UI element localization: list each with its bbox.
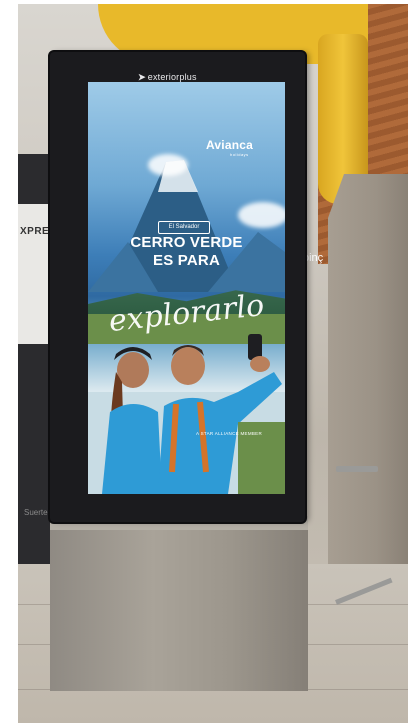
man-hand xyxy=(250,356,270,372)
cloud xyxy=(148,154,188,176)
right-sign: oinç xyxy=(303,252,324,264)
airline-subtitle: holidays xyxy=(230,152,249,157)
advertisement-screen: Avianca holidays El Salvador CERRO VERDE… xyxy=(88,82,285,494)
concrete-pillar xyxy=(328,174,408,614)
headline: CERRO VERDE ES PARA xyxy=(88,234,285,270)
headline-line-1: CERRO VERDE xyxy=(130,234,243,251)
woman-shirt xyxy=(102,404,162,494)
headline-line-2: ES PARA xyxy=(153,252,220,269)
arrow-icon: ➤ xyxy=(138,72,146,82)
airline-logo: Avianca xyxy=(206,138,253,152)
alliance-text: A STAR ALLIANCE MEMBER xyxy=(196,431,263,436)
couple-selfie xyxy=(88,334,285,494)
totem-brand-label: exteriorplus xyxy=(147,72,197,82)
man-face xyxy=(171,347,205,385)
handrail xyxy=(336,466,378,472)
cloud xyxy=(238,202,285,228)
location-tag: El Salvador xyxy=(158,221,210,234)
totem-pedestal xyxy=(50,516,308,691)
